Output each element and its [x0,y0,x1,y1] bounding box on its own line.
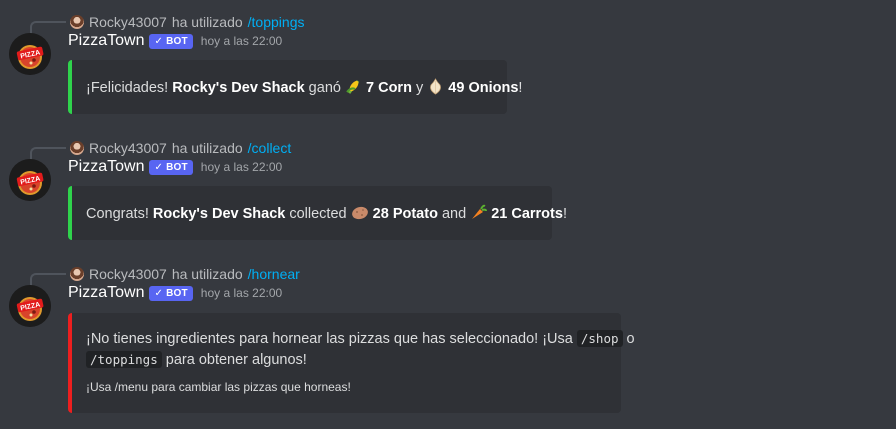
author-name[interactable]: PizzaTown [68,284,144,302]
verified-check-icon: ✓ [154,287,164,299]
message-collect: Rocky43007 ha utilizado /collect PIZZA P… [0,138,896,243]
reply-username[interactable]: Rocky43007 [89,14,167,30]
timestamp[interactable]: hoy a las 22:00 [201,286,282,300]
reply-action: ha utilizado [171,266,243,282]
embed-description-line-2: /toppings para obtener algunos! [86,351,307,368]
bot-tag: ✓ BOT [149,33,193,49]
potato-icon [351,204,369,225]
embed: Congrats! Rocky's Dev Shack collected 28… [68,186,567,240]
reply-reference[interactable]: Rocky43007 ha utilizado /hornear [70,264,300,284]
embed-text-part: o [622,331,635,347]
avatar[interactable]: PIZZA [9,159,51,201]
embed-text-part: y [411,80,428,96]
message-header: PizzaTown ✓ BOT hoy a las 22:00 [68,30,282,52]
reply-action: ha utilizado [171,140,243,156]
inline-code-toppings: /toppings [86,351,162,368]
inline-code-shop: /shop [576,330,623,347]
embed-description: ¡Felicidades! Rocky's Dev Shack ganó 7 C… [86,78,522,99]
verified-check-icon: ✓ [154,35,164,47]
embed-text-part: ganó [304,80,345,96]
reply-command[interactable]: /toppings [248,14,305,30]
embed-potato-amount: 28 Potato [372,206,438,222]
carrot-icon [470,204,488,225]
reply-avatar [70,15,84,29]
embed-description: Congrats! Rocky's Dev Shack collected 28… [86,204,567,225]
onion-icon [427,78,444,99]
embed: ¡Felicidades! Rocky's Dev Shack ganó 7 C… [68,60,522,114]
pizza-logo-icon: PIZZA [9,285,51,327]
embed-footer: ¡Usa /menu para cambiar las pizzas que h… [86,380,351,394]
embed-text-part: Congrats! [86,206,153,222]
embed-text-part: ! [518,80,523,96]
message-header: PizzaTown ✓ BOT hoy a las 22:00 [68,156,282,178]
embed-onion-amount: 49 Onions [448,80,519,96]
embed-carrot-amount: 21 Carrots [491,206,563,222]
bot-tag-label: BOT [166,35,188,47]
reply-username[interactable]: Rocky43007 [89,266,167,282]
embed: ¡No tienes ingredientes para hornear las… [68,313,635,413]
bot-tag-label: BOT [166,287,188,299]
reply-command[interactable]: /collect [248,140,292,156]
author-name[interactable]: PizzaTown [68,158,144,176]
embed-text-part: collected [285,206,351,222]
message-header: PizzaTown ✓ BOT hoy a las 22:00 [68,282,282,304]
embed-text-part: ! [562,206,567,222]
embed-text-part: para obtener algunos! [161,352,307,368]
embed-text-part: and [437,206,471,222]
embed-text-part: ¡Felicidades! [86,80,173,96]
avatar[interactable]: PIZZA [9,285,51,327]
reply-reference[interactable]: Rocky43007 ha utilizado /toppings [70,12,304,32]
message-toppings: Rocky43007 ha utilizado /toppings PIZZA … [0,12,896,117]
timestamp[interactable]: hoy a las 22:00 [201,160,282,174]
embed-description-line-1: ¡No tienes ingredientes para hornear las… [86,330,635,347]
reply-avatar [70,141,84,155]
reply-action: ha utilizado [171,14,243,30]
pizza-logo-icon: PIZZA [9,159,51,201]
avatar[interactable]: PIZZA [9,33,51,75]
embed-text-part: ¡No tienes ingredientes para hornear las… [86,331,577,347]
reply-avatar [70,267,84,281]
embed-shop-name: Rocky's Dev Shack [172,80,305,96]
bot-tag: ✓ BOT [149,285,193,301]
embed-corn-amount: 7 Corn [366,80,412,96]
embed-shop-name: Rocky's Dev Shack [152,206,286,222]
bot-tag: ✓ BOT [149,159,193,175]
reply-reference[interactable]: Rocky43007 ha utilizado /collect [70,138,291,158]
message-hornear: Rocky43007 ha utilizado /hornear PIZZA P… [0,264,896,424]
timestamp[interactable]: hoy a las 22:00 [201,34,282,48]
author-name[interactable]: PizzaTown [68,32,144,50]
reply-username[interactable]: Rocky43007 [89,140,167,156]
corn-icon [345,78,362,99]
pizza-logo-icon: PIZZA [9,33,51,75]
verified-check-icon: ✓ [154,161,164,173]
reply-command[interactable]: /hornear [248,266,300,282]
bot-tag-label: BOT [166,161,188,173]
